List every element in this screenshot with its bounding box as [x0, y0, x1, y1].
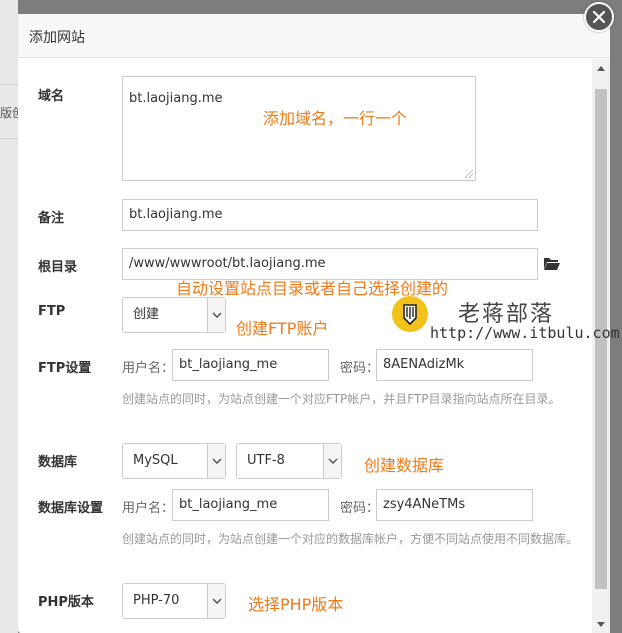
domain-value: bt.laojiang.me — [129, 91, 223, 106]
ftp-select[interactable]: 创建 — [122, 297, 226, 333]
db-charset-select[interactable]: UTF-8 — [236, 443, 342, 479]
ftp-password-label: 密码： — [340, 361, 380, 376]
dialog-header: 添加网站 — [18, 14, 610, 58]
php-version-select[interactable]: PHP-70 — [122, 583, 226, 619]
watermark-url: http://www.itbulu.com — [430, 324, 620, 342]
db-type-value: MySQL — [133, 453, 178, 468]
annotation-domain: 添加域名，一行一个 — [263, 109, 408, 128]
db-password-label: 密码： — [340, 501, 380, 516]
pencil-logo-icon — [392, 296, 428, 332]
dialog-body: 域名 bt.laojiang.me 备注 bt.laojiang.me 根目录 … — [18, 59, 592, 633]
remark-input[interactable]: bt.laojiang.me — [122, 199, 538, 231]
folder-open-icon[interactable] — [544, 257, 560, 270]
ftp-settings-label: FTP设置 — [38, 361, 92, 376]
background-text: 版创 — [0, 106, 18, 120]
background-divider — [0, 138, 18, 139]
chevron-down-icon — [323, 444, 341, 478]
db-type-select[interactable]: MySQL — [122, 443, 226, 479]
background-divider — [0, 84, 18, 85]
scroll-down-icon[interactable] — [592, 615, 610, 633]
php-version-value: PHP-70 — [133, 593, 180, 608]
annotation-ftp: 创建FTP账户 — [236, 319, 329, 338]
ftp-username-input[interactable]: bt_laojiang_me — [172, 349, 329, 381]
close-button[interactable] — [584, 2, 614, 32]
background-page: 版创 — [0, 0, 18, 633]
db-username-input[interactable]: bt_laojiang_me — [172, 489, 329, 521]
database-label: 数据库 — [38, 455, 78, 470]
chevron-down-icon — [207, 444, 225, 478]
annotation-php: 选择PHP版本 — [248, 595, 344, 614]
ftp-label: FTP — [38, 304, 66, 319]
domain-label: 域名 — [38, 89, 65, 104]
ftp-select-value: 创建 — [133, 307, 160, 322]
db-hint: 创建站点的同时，为站点创建一个对应的数据库帐户，方便不同站点使用不同数据库。 — [122, 532, 579, 546]
resize-grip-icon[interactable] — [465, 170, 473, 178]
scroll-up-icon[interactable] — [592, 59, 610, 77]
db-password-input[interactable]: zsy4ANeTMs — [376, 489, 533, 521]
dialog-title: 添加网站 — [29, 30, 85, 46]
db-settings-label: 数据库设置 — [38, 501, 104, 516]
remark-label: 备注 — [38, 211, 65, 226]
annotation-database: 创建数据库 — [364, 456, 445, 475]
ftp-password-input[interactable]: 8AENAdizMk — [376, 349, 533, 381]
ftp-username-label: 用户名： — [122, 361, 175, 376]
chevron-down-icon — [207, 298, 225, 332]
dialog-scrollbar[interactable] — [592, 59, 610, 633]
ftp-hint: 创建站点的同时，为站点创建一个对应FTP帐户，并且FTP目录指向站点所在目录。 — [122, 392, 561, 406]
watermark: 老蒋部落 http://www.itbulu.com — [392, 296, 620, 346]
php-version-label: PHP版本 — [38, 595, 94, 610]
chevron-down-icon — [207, 584, 225, 618]
close-icon — [593, 11, 605, 23]
root-dir-label: 根目录 — [38, 260, 78, 275]
db-charset-value: UTF-8 — [247, 453, 285, 468]
db-username-label: 用户名： — [122, 501, 175, 516]
